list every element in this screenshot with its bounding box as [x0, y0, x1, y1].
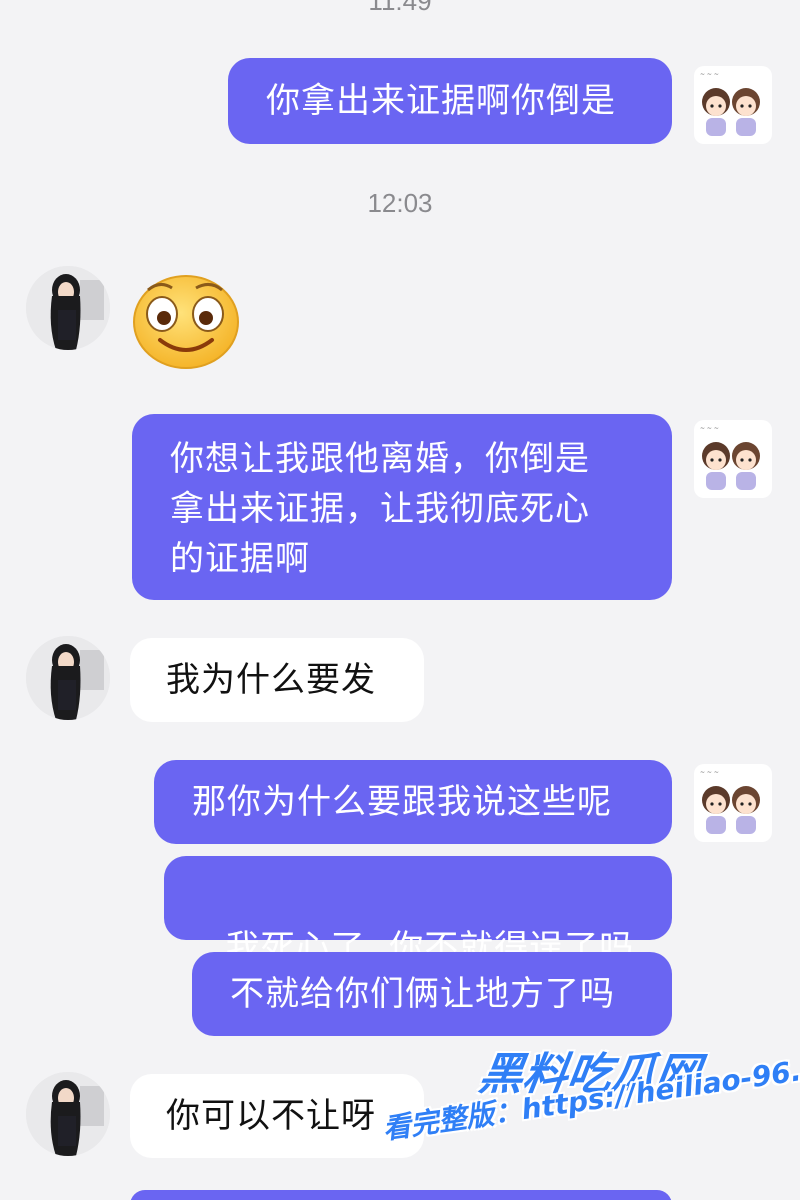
message-text: 不就给你们俩让地方了吗 [230, 974, 615, 1014]
contact-photo-icon [26, 1072, 110, 1156]
contact-avatar[interactable] [26, 636, 110, 720]
message-bubble-sent[interactable]: 你拿出来证据啊你倒是 [228, 58, 672, 144]
timestamp-middle: 12:03 [367, 188, 433, 218]
smiley-face-icon [133, 275, 239, 369]
watermark: 黑料吃瓜网 看完整版：https://heiliao-96.com [380, 1030, 800, 1190]
message-bubble-sent[interactable]: 不就给你们俩让地方了吗 [192, 952, 672, 1036]
message-text: 我为什么要发 [166, 660, 376, 700]
message-text: 你可以不让呀 [166, 1096, 376, 1136]
my-avatar[interactable]: ~ ~ ~ [694, 420, 772, 498]
message-line: 的证据啊 [170, 539, 310, 579]
my-avatar[interactable]: ~ ~ ~ [694, 66, 772, 144]
message-line: 拿出来证据，让我彻底死心 [170, 489, 590, 529]
contact-photo-icon [26, 636, 110, 720]
my-avatar[interactable]: ~ ~ ~ [694, 764, 772, 842]
message-bubble-received[interactable]: 我为什么要发 [130, 638, 424, 722]
message-line: 你想让我跟他离婚，你倒是 [170, 439, 590, 479]
couple-sticker-icon: ~ ~ ~ [694, 66, 772, 144]
contact-avatar[interactable] [26, 1072, 110, 1156]
message-text: 你拿出来证据啊你倒是 [266, 81, 616, 121]
contact-avatar[interactable] [26, 266, 110, 350]
smiley-emoji-message[interactable] [130, 268, 242, 372]
message-bubble-sent[interactable]: 我死心了 你不就得逞了吗 [164, 856, 672, 968]
message-bubble-sent[interactable]: 那你为什么要跟我说这些呢 [154, 760, 672, 844]
contact-photo-icon [26, 266, 110, 350]
timestamp-top: 11:49 [368, 0, 432, 16]
message-bubble-sent[interactable]: 你想让我跟他离婚，你倒是 拿出来证据，让我彻底死心 的证据啊 [132, 414, 672, 600]
svg-text:~ ~ ~: ~ ~ ~ [700, 425, 719, 432]
message-bubble-sent-partial[interactable] [130, 1190, 672, 1200]
svg-text:~ ~ ~: ~ ~ ~ [700, 71, 719, 78]
couple-sticker-icon: ~ ~ ~ [694, 420, 772, 498]
couple-sticker-icon: ~ ~ ~ [694, 764, 772, 842]
svg-text:~ ~ ~: ~ ~ ~ [700, 769, 719, 776]
message-text: 那你为什么要跟我说这些呢 [192, 782, 612, 822]
